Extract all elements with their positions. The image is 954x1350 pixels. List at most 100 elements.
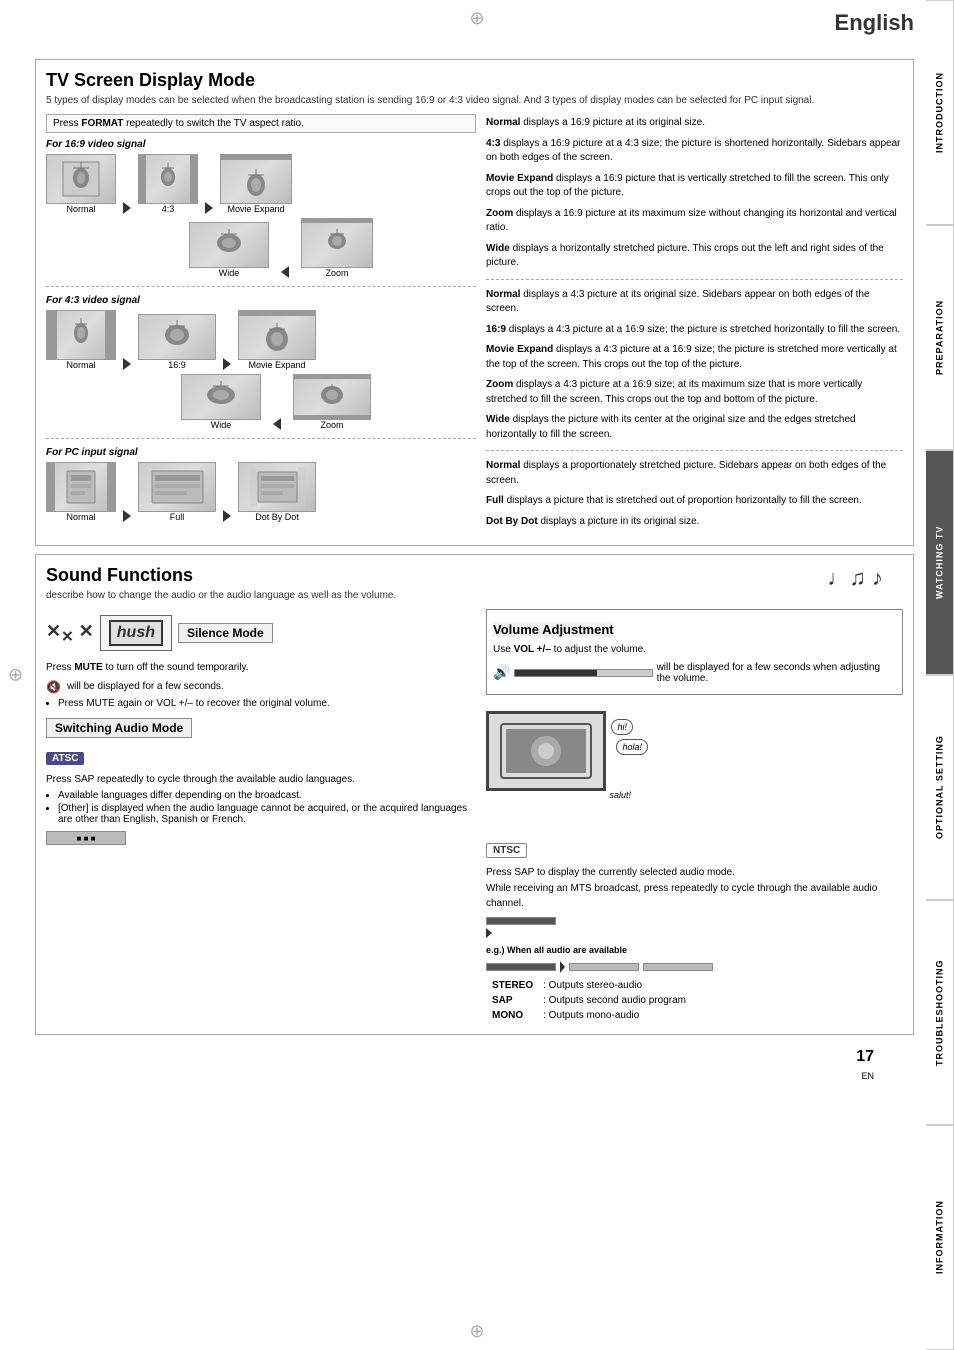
mono-term: MONO	[488, 1009, 537, 1022]
silence-bullets: Press MUTE again or VOL +/– to recover t…	[46, 698, 476, 709]
desc-dotbydot-pc: Dot By Dot displays a picture in its ori…	[486, 515, 903, 530]
side-tabs: INTRODUCTION PREPARATION WATCHING TV OPT…	[926, 0, 954, 1350]
mode-row-pc: Normal	[46, 462, 476, 522]
registration-mark-top: ⊕	[469, 8, 484, 29]
mode-43-169: 4:3	[138, 154, 198, 214]
ntsc-badge: NTSC	[486, 843, 527, 858]
mode-169-43: 16:9	[138, 314, 216, 370]
mode-movie-expand-169: Movie Expand	[220, 154, 292, 214]
volume-note: will be displayed for a few seconds when…	[657, 662, 896, 684]
mode-zoom-169: Zoom	[301, 218, 373, 278]
desc-wide-169: Wide displays a horizontally stretched p…	[486, 242, 903, 271]
atsc-bullet-2: [Other] is displayed when the audio lang…	[58, 803, 476, 825]
desc-169-43: 16:9 displays a 4:3 picture at a 16:9 si…	[486, 323, 903, 338]
mode-movie-expand-43: Movie Expand	[238, 310, 316, 370]
stereo-bar-r1	[569, 963, 639, 971]
stereo-bar-l	[486, 963, 556, 971]
stereo-desc: : Outputs stereo-audio	[539, 979, 690, 992]
sap-desc: : Outputs second audio program	[539, 994, 690, 1007]
audio-bar-arrow-row	[486, 928, 903, 938]
sound-left-content: ✕✕ ✕ hush Silence Mode Press MUTE to tur…	[46, 609, 476, 1024]
mono-desc: : Outputs mono-audio	[539, 1009, 690, 1022]
mute-icon: 🔇	[46, 680, 61, 694]
registration-mark-bottom: ⊕	[469, 1321, 484, 1342]
mode-row-43-top: Normal	[46, 310, 476, 370]
tv-screen-title: TV Screen Display Mode	[46, 70, 903, 91]
sidebar-item-preparation[interactable]: PREPARATION	[926, 225, 954, 450]
music-icon-decoration: ♩♫ ♪	[827, 565, 883, 591]
mode-row-169-top: Normal	[46, 154, 476, 214]
audio-bar-1	[486, 917, 556, 925]
silence-instruction: Press MUTE to turn off the sound tempora…	[46, 661, 476, 676]
volume-icon: 🔊	[493, 664, 510, 681]
stereo-bars	[486, 961, 903, 973]
stereo-table: STEREO : Outputs stereo-audio SAP : Outp…	[486, 977, 692, 1024]
desc-movie-expand-43: Movie Expand displays a 4:3 picture at a…	[486, 343, 903, 372]
stereo-term: STEREO	[488, 979, 537, 992]
sidebar-item-optional-setting[interactable]: OPTIONAL SETTING	[926, 675, 954, 900]
mode-wide-43: Wide	[181, 374, 261, 430]
sound-right-content: Volume Adjustment Use VOL +/– to adjust …	[486, 609, 903, 1024]
format-instruction: Press FORMAT repeatedly to switch the TV…	[46, 114, 476, 133]
desc-wide-43: Wide displays the picture with its cente…	[486, 413, 903, 442]
desc-normal-43: Normal displays a 4:3 picture at its ori…	[486, 288, 903, 317]
arrow-169-1	[123, 202, 131, 214]
desc-zoom-43: Zoom displays a 4:3 picture at a 16:9 si…	[486, 378, 903, 407]
sound-layout: ✕✕ ✕ hush Silence Mode Press MUTE to tur…	[46, 609, 903, 1024]
desc-normal-pc: Normal displays a proportionately stretc…	[486, 459, 903, 488]
volume-label: Volume Adjustment	[493, 622, 614, 637]
mode-dotbydot-pc: Dot By Dot	[238, 462, 316, 522]
silence-box: hush	[100, 615, 172, 651]
speech-bubble-salut: salut!	[609, 790, 631, 800]
tv-screen-subtitle: 5 types of display modes can be selected…	[46, 95, 903, 106]
hush-logo: hush	[109, 620, 163, 646]
desc-movie-expand-169: Movie Expand displays a 16:9 picture tha…	[486, 172, 903, 201]
atsc-bullet-1: Available languages differ depending on …	[58, 790, 476, 801]
desc-43-169: 4:3 displays a 16:9 picture at a 4:3 siz…	[486, 137, 903, 166]
tv-mode-diagrams: Press FORMAT repeatedly to switch the TV…	[46, 114, 476, 535]
mode-normal-43: Normal	[46, 310, 116, 370]
ntsc-section: NTSC Press SAP to display the currently …	[486, 839, 903, 1025]
sidebar-item-troubleshooting[interactable]: TROUBLESHOOTING	[926, 900, 954, 1125]
arrow-43-1	[123, 358, 131, 370]
silence-bullet-1: Press MUTE again or VOL +/– to recover t…	[58, 698, 476, 709]
page-number: 17	[856, 1048, 874, 1065]
mode-row-43-bottom: Wide	[76, 374, 476, 430]
arrow-wide-zoom-43	[273, 418, 281, 430]
desc-zoom-169: Zoom displays a 16:9 picture at its maxi…	[486, 207, 903, 236]
tv-large-icon: hi! hola! salut!	[486, 711, 606, 791]
stereo-arrow	[560, 961, 565, 973]
mode-full-pc: Full	[138, 462, 216, 522]
atsc-bullets: Available languages differ depending on …	[46, 790, 476, 825]
signal-label-169: For 16:9 video signal	[46, 139, 476, 150]
sidebar-item-introduction[interactable]: INTRODUCTION	[926, 0, 954, 225]
tv-screen-section: TV Screen Display Mode 5 types of displa…	[35, 59, 914, 546]
atsc-instruction: Press SAP repeatedly to cycle through th…	[46, 773, 476, 788]
silence-display-row: 🔇 will be displayed for a few seconds.	[46, 680, 476, 694]
stereo-bar-r2	[643, 963, 713, 971]
atsc-badge: ATSC	[46, 752, 84, 765]
tv-mode-layout: Press FORMAT repeatedly to switch the TV…	[46, 114, 903, 535]
sidebar-item-information[interactable]: INFORMATION	[926, 1125, 954, 1350]
desc-full-pc: Full displays a picture that is stretche…	[486, 494, 903, 509]
mono-row: MONO : Outputs mono-audio	[488, 1009, 690, 1022]
arrow-pc-1	[123, 510, 131, 522]
arrow-wide-zoom	[281, 266, 289, 278]
arrow-169-2	[205, 202, 213, 214]
desc-normal-169: Normal displays a 16:9 picture at its or…	[486, 116, 903, 131]
ntsc-channel-bars	[486, 917, 903, 938]
switching-audio-label: Switching Audio Mode	[46, 718, 192, 738]
sound-section-title: Sound Functions	[46, 565, 396, 586]
volume-box: Volume Adjustment Use VOL +/– to adjust …	[486, 609, 903, 695]
stereo-bar-row	[486, 961, 903, 973]
atsc-screen-icon: ■ ■ ■	[46, 831, 476, 845]
atsc-badge-container: ATSC	[46, 748, 476, 769]
page-suffix: EN	[861, 1071, 874, 1081]
sidebar-item-watching-tv[interactable]: WATCHING TV	[926, 450, 954, 675]
sound-section-subtitle: describe how to change the audio or the …	[46, 590, 396, 601]
mode-normal-pc: Normal	[46, 462, 116, 522]
tv-language-illustration: hi! hola! salut!	[486, 711, 606, 791]
example-note: e.g.) When all audio are available	[486, 944, 903, 957]
speech-bubble-hi: hi!	[611, 719, 633, 735]
volume-bar-row: 🔊 will be displayed for a few seconds wh…	[493, 662, 896, 684]
